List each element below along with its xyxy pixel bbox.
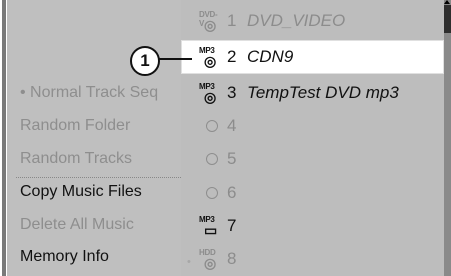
menu-item-random-folder[interactable]: Random Folder [20, 117, 130, 135]
left-edge-bar [2, 0, 6, 276]
left-edge [0, 0, 7, 276]
disc-row-8[interactable]: • HDD ◎ 8 [181, 242, 444, 276]
callout-marker: 1 [130, 46, 160, 76]
disc-row-1[interactable]: DVD-V ◎ 1 DVD_VIDEO [181, 4, 444, 38]
disc-row-7[interactable]: MP3 ▭ 7 [181, 209, 444, 243]
menu-item-random-tracks[interactable]: Random Tracks [20, 150, 132, 168]
menu-separator [16, 177, 181, 178]
disc-title: CDN9 [247, 47, 294, 66]
disc-number: 4 [227, 116, 237, 135]
menu-item-copy-music-files[interactable]: Copy Music Files [20, 183, 142, 201]
disc-number: 1 [227, 11, 237, 30]
disc-number: 5 [227, 149, 237, 168]
disc-number: 7 [227, 216, 237, 235]
scrollbar-track[interactable] [444, 0, 451, 276]
scroll-up-arrow-icon[interactable] [444, 0, 450, 4]
disc-title: TempTest DVD mp3 [247, 83, 399, 102]
left-menu-panel [7, 0, 181, 276]
scrollbar-thumb[interactable] [444, 5, 451, 33]
menu-item-normal-track-seq[interactable]: • Normal Track Seq [20, 84, 158, 102]
disc-row-6[interactable]: 6 [181, 176, 444, 210]
disc-row-3[interactable]: MP3 ◎ 3 TempTest DVD mp3 [181, 76, 444, 110]
active-bullet-icon: • [187, 256, 191, 268]
media-screen: • Normal Track Seq Random Folder Random … [0, 0, 451, 276]
disc-row-2[interactable]: MP3 ◎ 2 CDN9 [181, 40, 444, 74]
empty-slot-icon [206, 153, 218, 165]
empty-slot-icon [206, 187, 218, 199]
disc-number: 6 [227, 183, 237, 202]
disc-row-4[interactable]: 4 [181, 109, 444, 143]
menu-item-delete-all-music[interactable]: Delete All Music [20, 216, 134, 234]
disc-number: 8 [227, 249, 237, 268]
empty-slot-icon [206, 120, 218, 132]
disc-number: 2 [227, 47, 237, 66]
menu-item-memory-info[interactable]: Memory Info [20, 248, 109, 266]
callout-line [156, 58, 192, 60]
disc-title: DVD_VIDEO [247, 11, 346, 30]
disc-row-5[interactable]: 5 [181, 142, 444, 176]
disc-number: 3 [227, 83, 237, 102]
